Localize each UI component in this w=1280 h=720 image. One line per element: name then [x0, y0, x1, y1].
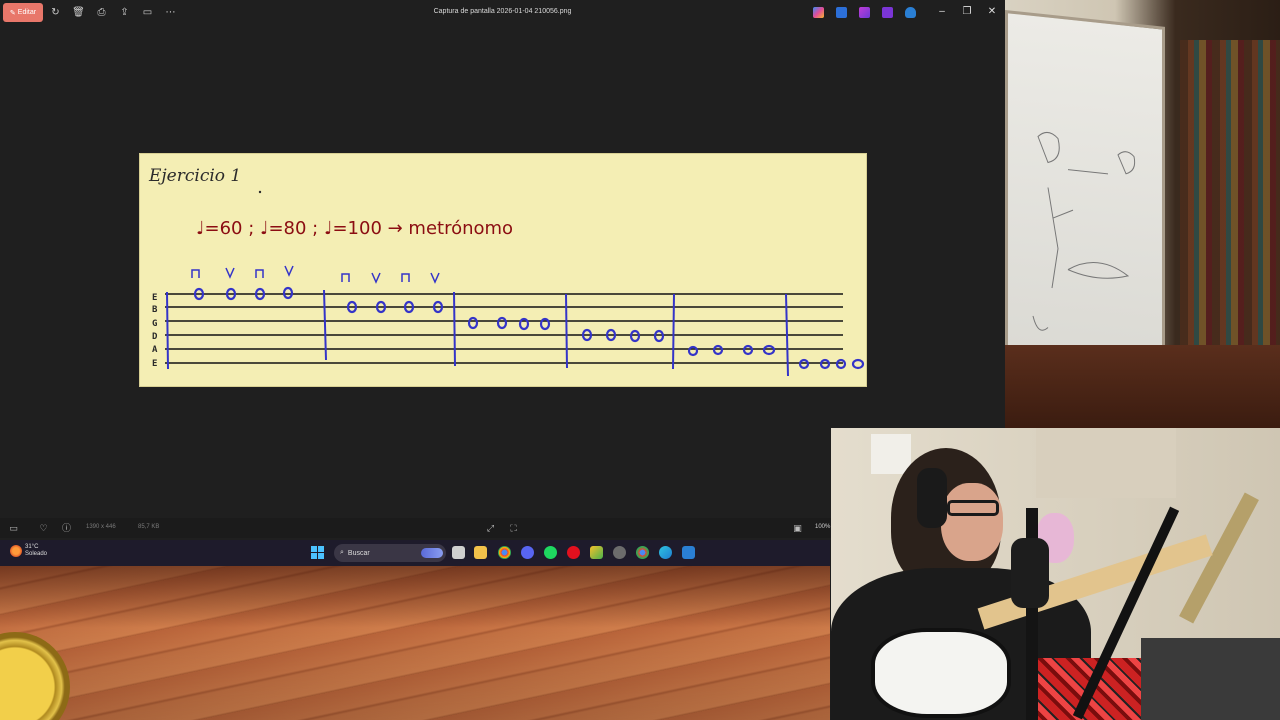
info-icon[interactable]: ⓘ [61, 523, 72, 534]
edge-icon[interactable] [659, 546, 672, 559]
window-title: Captura de pantalla 2026-01-04 210056.pn… [433, 8, 572, 15]
title-bar: ✎ Editar ↻ 🗑 ⎙ ⇪ ▭ ⋯ Captura de pantalla… [0, 0, 1005, 26]
string-label: B [152, 305, 158, 315]
fret-zero [629, 329, 641, 343]
fret-zero [653, 329, 665, 343]
string-label: E [152, 359, 157, 369]
chrome-profile-icon[interactable] [636, 546, 649, 559]
microphone [1011, 538, 1049, 608]
zoom-level[interactable]: 100% [815, 524, 830, 530]
search-icon: ⌕ [340, 549, 344, 556]
screen: ✎ Editar ↻ 🗑 ⎙ ⇪ ▭ ⋯ Captura de pantalla… [0, 0, 1280, 720]
fret-zero [798, 358, 810, 370]
upstroke-mark [225, 267, 235, 279]
person-face [941, 483, 1003, 561]
exercise-heading: Ejercicio 1 [148, 166, 241, 186]
editor-icon[interactable] [882, 7, 893, 18]
weather-description: Soleado [25, 551, 48, 557]
fret-notes [193, 286, 865, 370]
string-label: A [152, 345, 158, 355]
start-icon[interactable] [311, 546, 324, 559]
headphones [917, 468, 947, 528]
wall-poster [871, 434, 911, 474]
search-highlight-icon [421, 548, 443, 558]
fret-zero [851, 358, 865, 370]
weather-temperature: 31°C [25, 544, 39, 550]
downstroke-mark [191, 269, 200, 278]
string-label: E [152, 293, 157, 303]
restore-icon[interactable]: ❐ [960, 5, 974, 19]
obs-icon[interactable] [613, 546, 626, 559]
fret-zero [762, 344, 776, 356]
discord-icon[interactable] [521, 546, 534, 559]
sun-icon [10, 545, 22, 557]
image-dimensions: 1390 x 446 [86, 524, 116, 530]
weather-widget[interactable]: 31°C Soleado [10, 544, 47, 558]
glasses [947, 500, 999, 516]
favorite-icon[interactable]: ♡ [38, 523, 49, 534]
string-label: G [152, 319, 157, 329]
file-size: 85,7 KB [138, 524, 160, 530]
upstroke-mark [430, 272, 440, 284]
actual-size-icon[interactable]: ▣ [792, 523, 803, 534]
corkboard [1036, 428, 1176, 498]
wooden-cabinet [1005, 345, 1280, 428]
desk [1141, 638, 1280, 720]
chrome-icon[interactable] [498, 546, 511, 559]
fret-zero [835, 358, 847, 370]
fret-zero [712, 344, 724, 356]
downstroke-mark [341, 273, 350, 282]
string-label: D [152, 332, 158, 342]
picking-marks [191, 265, 440, 284]
filmstrip-icon[interactable]: ▭ [8, 523, 19, 534]
opera-icon[interactable] [567, 546, 580, 559]
downstroke-mark [401, 273, 410, 282]
search-label: Buscar [347, 549, 370, 557]
fret-zero [467, 316, 479, 330]
taskbar-search[interactable]: ⌕ Buscar [334, 544, 446, 562]
onedrive-icon[interactable] [905, 7, 916, 18]
upstroke-mark [371, 272, 381, 284]
fret-zero [819, 358, 831, 370]
fit-icon[interactable]: ⤢ [485, 523, 496, 534]
fret-zero [742, 344, 754, 356]
upstroke-mark [284, 265, 294, 277]
task-view-icon[interactable] [452, 546, 465, 559]
designer-icon[interactable] [836, 7, 847, 18]
minimize-icon[interactable]: – [935, 5, 949, 19]
string-labels: E B G D A E [152, 293, 158, 369]
fret-zero [282, 286, 294, 300]
app-icon[interactable] [590, 546, 603, 559]
downstroke-mark [255, 269, 264, 278]
taskbar: 31°C Soleado ⌕ Buscar [0, 540, 830, 566]
file-explorer-icon[interactable] [474, 546, 487, 559]
webcam-player-view [831, 428, 1280, 720]
fullscreen-icon[interactable]: ⛶ [508, 523, 519, 534]
tab-notation: Ejercicio 1 ♩=60 ; ♩=80 ; ♩=100 → metrón… [148, 166, 865, 377]
copilot-icon[interactable] [813, 7, 824, 18]
clipchamp-icon[interactable] [859, 7, 870, 18]
spotify-icon[interactable] [544, 546, 557, 559]
photos-icon[interactable] [682, 546, 695, 559]
tempo-instructions: ♩=60 ; ♩=80 ; ♩=100 → metrónomo [196, 218, 513, 239]
electric-guitar [871, 628, 1011, 718]
whiteboard-image: Ejercicio 1 ♩=60 ; ♩=80 ; ♩=100 → metrón… [139, 153, 867, 387]
ink-dot [258, 190, 262, 194]
fret-zero [496, 316, 508, 330]
close-icon[interactable]: ✕ [985, 5, 999, 19]
